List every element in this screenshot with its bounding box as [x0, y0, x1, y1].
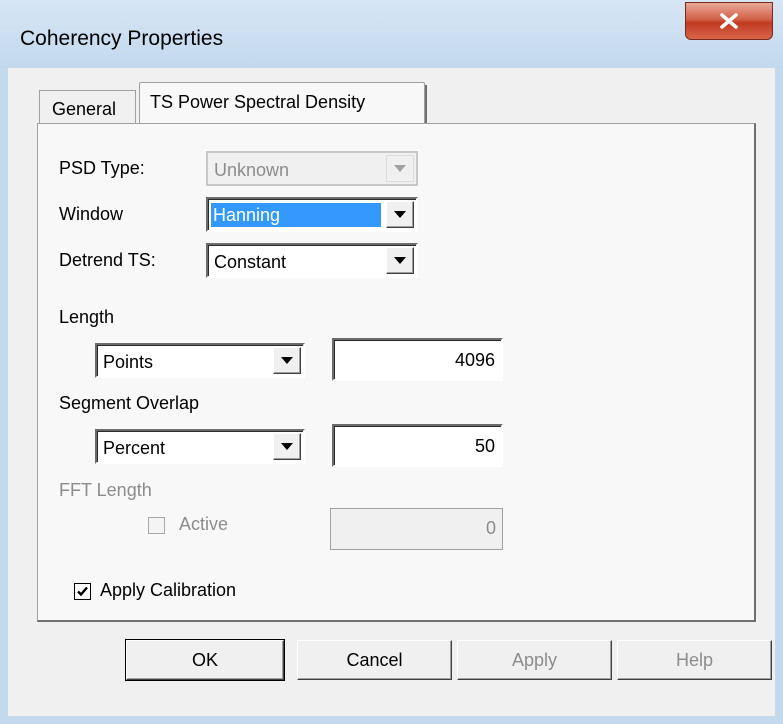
- tab-psd-label: TS Power Spectral Density: [150, 92, 366, 112]
- fft-length-value: 0: [485, 518, 496, 538]
- window-label: Window: [59, 204, 124, 224]
- tab-ts-power-spectral-density[interactable]: TS Power Spectral Density: [139, 82, 427, 124]
- length-unit-dropdown-arrow[interactable]: [273, 347, 301, 374]
- apply-calibration-label: Apply Calibration: [100, 580, 237, 600]
- tab-panel: PSD Type: Unknown Window Hanning Detrend…: [37, 123, 756, 622]
- psd-type-select[interactable]: Unknown: [206, 151, 418, 186]
- detrend-label: Detrend TS:: [59, 250, 156, 270]
- length-label: Length: [59, 307, 115, 327]
- dialog-client-area: General TS Power Spectral Density PSD Ty…: [8, 68, 775, 716]
- fft-length-label: FFT Length: [59, 480, 152, 500]
- fft-active-label: Active: [179, 514, 229, 534]
- chevron-down-icon: [281, 357, 293, 364]
- psd-type-label: PSD Type:: [59, 158, 145, 178]
- overlap-input[interactable]: 50: [332, 424, 503, 467]
- help-button[interactable]: Help: [617, 640, 772, 680]
- tab-general-label: General: [52, 99, 117, 119]
- fft-active-checkbox[interactable]: [148, 517, 165, 534]
- length-value: 4096: [454, 350, 495, 370]
- close-icon: [720, 13, 738, 29]
- detrend-value: Constant: [214, 252, 287, 272]
- ok-button[interactable]: OK: [125, 639, 285, 681]
- overlap-unit-value: Percent: [103, 438, 166, 458]
- detrend-dropdown-arrow[interactable]: [386, 247, 414, 274]
- title-bar[interactable]: Coherency Properties: [0, 0, 783, 68]
- detrend-select[interactable]: Constant: [206, 243, 418, 278]
- psd-type-dropdown-arrow[interactable]: [386, 155, 414, 182]
- apply-button[interactable]: Apply: [457, 640, 612, 680]
- fft-length-input[interactable]: 0: [330, 508, 503, 550]
- chevron-down-icon: [394, 211, 406, 218]
- chevron-down-icon: [394, 257, 406, 264]
- chevron-down-icon: [281, 443, 293, 450]
- apply-calibration-checkbox[interactable]: [74, 583, 91, 600]
- cancel-button[interactable]: Cancel: [297, 640, 452, 680]
- chevron-down-icon: [394, 165, 406, 172]
- tab-general[interactable]: General: [39, 90, 136, 123]
- overlap-value: 50: [474, 436, 495, 456]
- length-unit-value: Points: [103, 352, 154, 372]
- window-dropdown-arrow[interactable]: [386, 201, 414, 228]
- length-unit-select[interactable]: Points: [95, 343, 305, 378]
- checkmark-icon: [77, 586, 88, 597]
- segment-overlap-label: Segment Overlap: [59, 393, 200, 413]
- window-value: Hanning: [211, 203, 381, 227]
- dialog-window: Coherency Properties General TS Power Sp…: [0, 0, 783, 724]
- length-input[interactable]: 4096: [332, 338, 503, 381]
- psd-type-value: Unknown: [214, 160, 290, 180]
- close-button[interactable]: [685, 2, 773, 40]
- window-title: Coherency Properties: [20, 27, 224, 50]
- overlap-unit-select[interactable]: Percent: [95, 429, 305, 464]
- overlap-unit-dropdown-arrow[interactable]: [273, 433, 301, 460]
- window-select[interactable]: Hanning: [206, 197, 418, 232]
